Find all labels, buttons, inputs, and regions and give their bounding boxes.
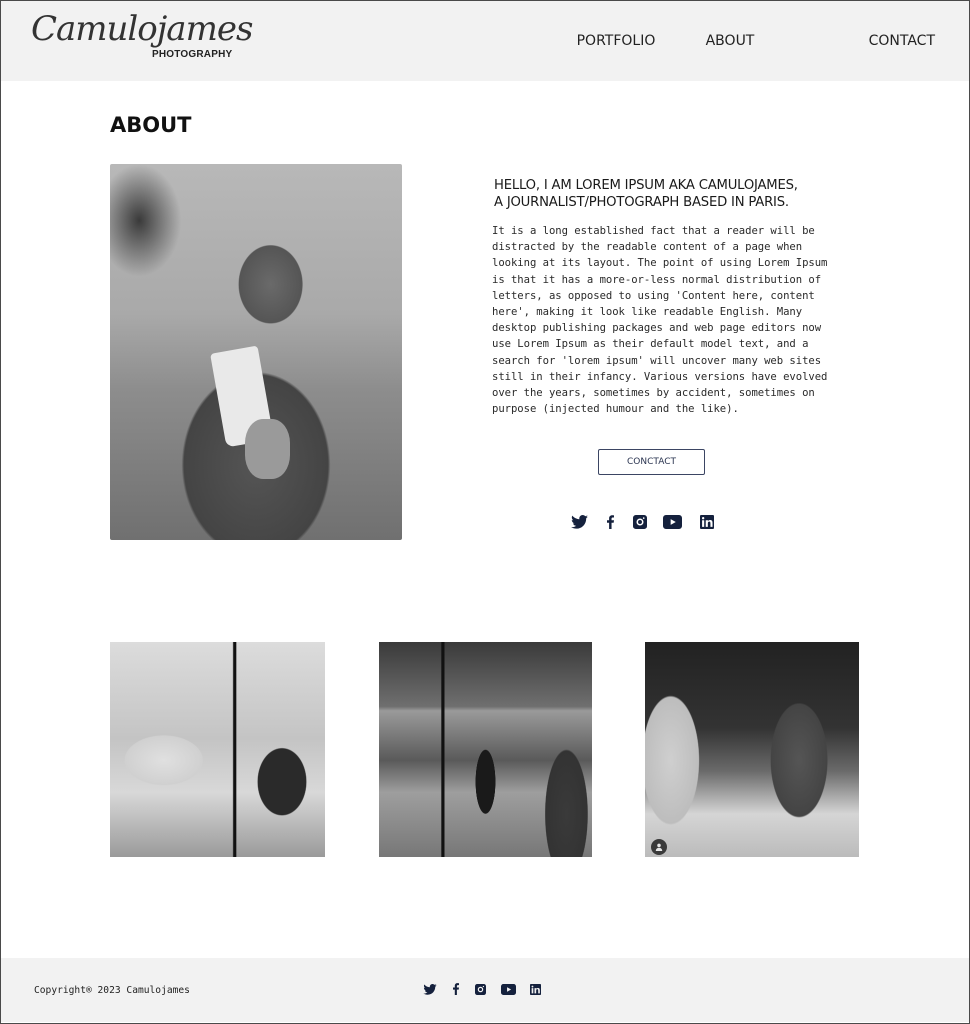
logo[interactable]: Camulojames PHOTOGRAPHY: [31, 9, 253, 65]
copyright-text: Copyright® 2023 Camulojames: [34, 985, 190, 996]
gallery-photo-2[interactable]: [379, 642, 592, 857]
contact-button[interactable]: CONCTACT: [598, 449, 705, 475]
intro-heading: HELLO, I AM LOREM IPSUM AKA CAMULOJAMES,…: [494, 177, 854, 211]
gallery-photo-1[interactable]: [110, 642, 325, 857]
main-nav: PORTFOLIO ABOUT CONTACT: [577, 33, 935, 49]
nav-portfolio[interactable]: PORTFOLIO: [577, 33, 656, 49]
linkedin-icon[interactable]: [700, 515, 714, 529]
site-footer: Copyright® 2023 Camulojames: [1, 958, 969, 1022]
nav-contact[interactable]: CONTACT: [869, 33, 935, 49]
youtube-icon[interactable]: [662, 515, 682, 529]
portrait-hand-shape: [245, 419, 290, 479]
twitter-icon[interactable]: [422, 983, 437, 995]
instagram-icon[interactable]: [474, 983, 486, 995]
nav-about[interactable]: ABOUT: [706, 33, 755, 49]
social-links: [570, 515, 714, 529]
user-badge[interactable]: [651, 839, 667, 855]
page-title: ABOUT: [110, 113, 192, 137]
linkedin-icon[interactable]: [530, 983, 541, 995]
intro-heading-line-2: A JOURNALIST/PHOTOGRAPH BASED IN PARIS.: [494, 195, 789, 210]
logo-subtitle: PHOTOGRAPHY: [152, 49, 233, 60]
footer-social-links: [422, 983, 541, 995]
site-header: Camulojames PHOTOGRAPHY PORTFOLIO ABOUT …: [1, 1, 969, 81]
twitter-icon[interactable]: [570, 515, 588, 529]
gallery-photo-3[interactable]: [645, 642, 859, 857]
intro-heading-line-1: HELLO, I AM LOREM IPSUM AKA CAMULOJAMES,: [494, 178, 798, 193]
youtube-icon[interactable]: [500, 983, 516, 995]
user-icon: [655, 843, 663, 851]
portrait-photo: [110, 164, 402, 540]
instagram-icon[interactable]: [632, 515, 647, 529]
intro-body-text: It is a long established fact that a rea…: [492, 225, 828, 416]
facebook-icon[interactable]: [452, 983, 459, 995]
facebook-icon[interactable]: [606, 515, 614, 529]
logo-script: Camulojames: [31, 9, 253, 49]
